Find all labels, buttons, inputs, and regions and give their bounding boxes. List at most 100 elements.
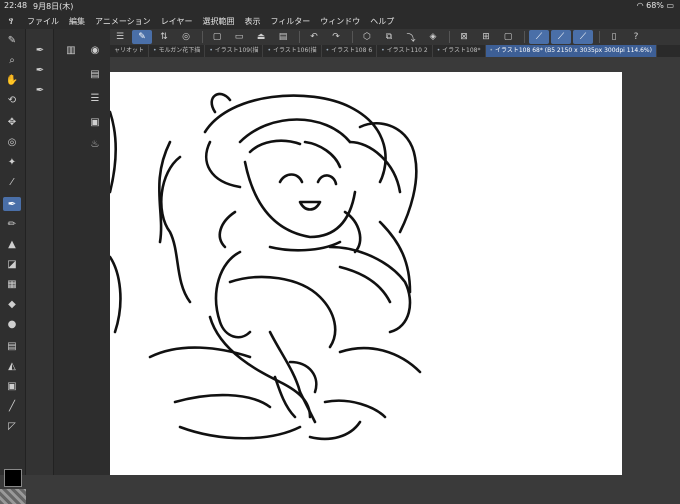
tab-doc-7[interactable]: • イラスト108* [433,45,486,57]
menu-help[interactable]: ヘルプ [365,16,399,27]
tab-doc-2[interactable]: • モルガン花下描 [149,45,206,57]
tab-doc-6-label: イラスト110 2 [386,47,428,54]
tab-doc-2-label: モルガン花下描 [158,47,201,54]
open-icon[interactable]: ▭ [229,30,249,44]
fill-tool-icon[interactable]: ◭ [3,359,21,373]
tab-doc-5-label: イラスト108 6 [331,47,373,54]
gradient-tool-icon[interactable]: ▣ [3,379,21,393]
clear-selection-icon[interactable]: ⊠ [454,30,474,44]
help-icon[interactable]: ? [626,30,646,44]
status-right: ◠ 68% ▭ [637,1,674,10]
tab-dot-icon: • [436,47,441,54]
brush-tool-icon[interactable]: ▲ [3,237,21,251]
divider [599,31,600,43]
swap-icon[interactable]: ⇅ [154,30,174,44]
battery-icon: ▭ [666,1,674,10]
menu-file[interactable]: ファイル [22,16,64,27]
menu-list-icon[interactable]: ☰ [110,30,130,44]
tab-doc-active[interactable]: • イラスト108 68* (B5 2150 x 3035px 300dpi 1… [485,45,657,57]
invert-selection-icon[interactable]: ⊞ [476,30,496,44]
tab-doc-1[interactable]: ャリオット [110,45,150,57]
tab-dot-icon: • [381,47,385,54]
text-tool-icon[interactable]: ◸ [3,419,21,433]
canvas-area[interactable] [108,57,680,475]
transform-icon[interactable]: ⬡ [357,30,377,44]
select-tool-icon[interactable]: ◎ [3,135,21,149]
menu-filter[interactable]: フィルター [265,16,315,27]
battery-level: 68% [646,1,664,10]
sub-pen-2-icon[interactable]: ✒ [32,63,48,77]
pen-tool-icon[interactable]: ✎ [3,33,21,47]
airbrush-tool-icon[interactable]: ◪ [3,257,21,271]
redo-icon[interactable]: ↷ [326,30,346,44]
save-icon[interactable]: ⏏ [251,30,271,44]
menu-window[interactable]: ウィンドウ [315,16,365,27]
ruler-snap-1-icon[interactable]: ⟋ [529,30,549,44]
sub-color-swatch[interactable] [0,489,26,504]
hand-tool-icon[interactable]: ✋ [3,73,21,87]
drawing-canvas[interactable] [108,72,622,475]
sketch-drawing [108,92,422,441]
brush-size-icon[interactable]: ◉ [88,43,102,57]
sub-pen-1-icon[interactable]: ✒ [32,43,48,57]
app-logo-icon[interactable]: ፃ [0,16,22,27]
menu-bar: ፃ ファイル 編集 アニメーション レイヤー 選択範囲 表示 フィルター ウィン… [0,13,680,29]
layer-property-icon[interactable]: ☰ [88,91,102,105]
menu-animation[interactable]: アニメーション [90,16,156,27]
paste-icon[interactable]: ⤵ [401,30,421,44]
tab-doc-3-label: イラスト109(描 [214,47,259,54]
status-time: 22:48 [4,1,28,10]
tab-doc-5[interactable]: • イラスト108 6 [322,45,378,57]
move-tool-icon[interactable]: ✥ [3,115,21,129]
tab-doc-3[interactable]: • イラスト109(描 [205,45,264,57]
pencil-tool-icon[interactable]: ✏ [3,217,21,231]
eyedropper-tool-icon[interactable]: ⁄ [3,175,21,189]
fill-selection-icon[interactable]: ◈ [423,30,443,44]
sub-tool-palette: ✒ ✒ ✒ [26,29,54,475]
menu-layer[interactable]: レイヤー [156,16,198,27]
ruler-snap-3-icon[interactable]: ⟋ [573,30,593,44]
divider [449,31,450,43]
zoom-tool-icon[interactable]: ⌕ [3,53,21,67]
rotate-tool-icon[interactable]: ⟲ [3,93,21,107]
sub-pen-3-icon[interactable]: ✒ [32,83,48,97]
layers-icon[interactable]: ▤ [273,30,293,44]
blend-tool-icon[interactable]: ● [3,317,21,331]
new-icon[interactable]: ▢ [207,30,227,44]
line-tool-icon[interactable]: ╱ [3,399,21,413]
tab-doc-4-label: イラスト106(描 [272,47,317,54]
brush-shape-icon[interactable]: ◎ [176,30,196,44]
device-icon[interactable]: ▯ [604,30,624,44]
menu-selection[interactable]: 選択範囲 [197,16,239,27]
navigator-icon[interactable]: ▣ [88,115,102,129]
ruler-snap-2-icon[interactable]: ⟋ [551,30,571,44]
undo-icon[interactable]: ↶ [304,30,324,44]
wifi-icon: ◠ [636,1,644,10]
layer-icon[interactable]: ▤ [88,67,102,81]
decoration-tool-icon[interactable]: ▦ [3,277,21,291]
menu-view[interactable]: 表示 [239,16,265,27]
tab-doc-7-label: イラスト108* [442,47,481,54]
status-bar: 22:48 9月8日(木) ◠ 68% ▭ [0,0,680,13]
tab-doc-4[interactable]: • イラスト106(描 [263,45,322,57]
tab-dot-icon: • [153,47,157,54]
pen-brush-tool-icon[interactable]: ✒ [3,197,21,211]
magic-wand-tool-icon[interactable]: ✦ [3,155,21,169]
tab-dot-icon: • [489,47,494,54]
color-icon[interactable]: ♨ [88,137,102,151]
tool-palette: ✎ ⌕ ✋ ⟲ ✥ ◎ ✦ ⁄ ✒ ✏ ▲ ◪ ▦ ◆ ● ▤ ◭ ▣ ╱ ◸ [0,29,26,504]
pen-mode-icon[interactable]: ✎ [132,30,152,44]
copy-icon[interactable]: ⧉ [379,30,399,44]
divider [299,31,300,43]
status-date: 9月8日(木) [33,2,74,11]
main-color-swatch[interactable] [4,469,22,487]
menu-edit[interactable]: 編集 [64,16,90,27]
divider [352,31,353,43]
properties-icon[interactable]: ▥ [64,43,78,57]
tab-doc-6[interactable]: • イラスト110 2 [377,45,433,57]
select-all-icon[interactable]: ▢ [498,30,518,44]
divider [202,31,203,43]
eraser-tool-icon[interactable]: ◆ [3,297,21,311]
tab-doc-1-label: ャリオット [114,47,145,54]
figure-tool-icon[interactable]: ▤ [3,339,21,353]
